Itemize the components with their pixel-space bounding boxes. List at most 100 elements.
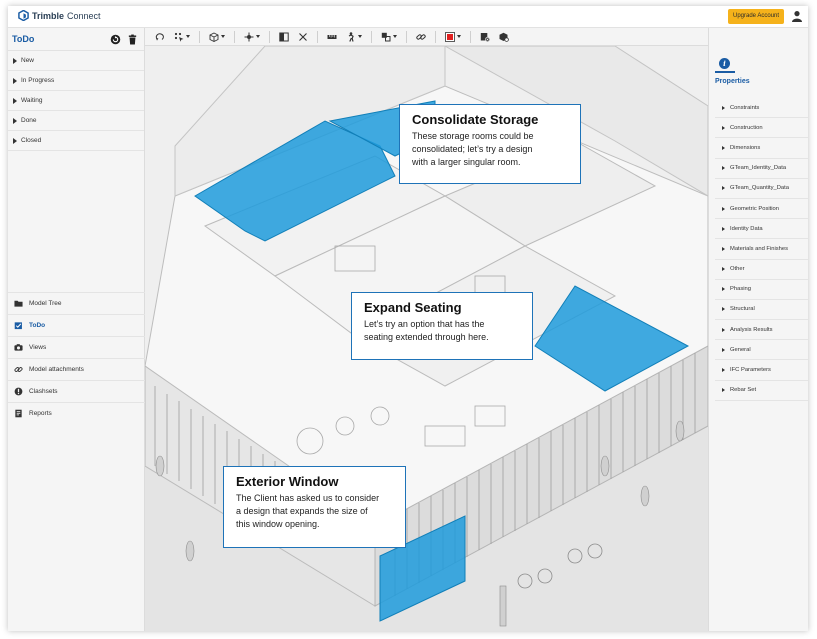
property-group-constraints[interactable]: Constraints <box>715 98 808 119</box>
nav-item-model-tree[interactable]: Model Tree <box>8 292 145 314</box>
nav-item-label: Model attachments <box>29 366 84 373</box>
todo-group-closed[interactable]: Closed <box>8 131 144 151</box>
markup-icon <box>381 32 391 41</box>
dropdown-arrow-icon <box>358 35 362 38</box>
caret-right-icon <box>722 388 725 393</box>
brand-name: Trimble <box>32 10 65 21</box>
clear-icon <box>480 32 490 42</box>
todo-group-new[interactable]: New <box>8 51 144 71</box>
info-icon[interactable]: i <box>719 58 730 69</box>
active-tab-indicator <box>715 71 735 73</box>
nav-item-todo[interactable]: ToDo <box>8 314 145 336</box>
dropdown-arrow-icon <box>457 35 461 38</box>
todo-group-done[interactable]: Done <box>8 111 144 131</box>
nav-item-label: Clashsets <box>29 388 58 395</box>
property-group-gteam-identity-data[interactable]: GTeam_Identity_Data <box>715 159 808 179</box>
select-tool-button[interactable] <box>174 30 190 44</box>
trimble-logo-icon <box>18 10 29 21</box>
todo-group-list: New In Progress Waiting Done Closed <box>8 51 144 151</box>
section-icon <box>279 32 289 41</box>
orbit-icon <box>155 32 164 41</box>
upgrade-account-button[interactable]: Upgrade Account <box>728 9 785 24</box>
model-viewer[interactable]: Consolidate Storage These storage rooms … <box>145 46 708 631</box>
clear-section-button[interactable] <box>298 30 308 44</box>
property-group-rebar-set[interactable]: Rebar Set <box>715 381 808 401</box>
measure-button[interactable] <box>327 30 337 44</box>
property-group-materials-and-finishes[interactable]: Materials and Finishes <box>715 239 808 260</box>
right-panel: i Properties Constraints Construction Di… <box>708 28 808 631</box>
nav-item-reports[interactable]: Reports <box>8 402 145 424</box>
caret-right-icon <box>722 186 725 191</box>
nav-item-clashsets[interactable]: Clashsets <box>8 380 145 402</box>
property-group-geometric-position[interactable]: Geometric Position <box>715 199 808 220</box>
user-icon[interactable] <box>791 10 803 22</box>
callout-body: These storage rooms could be consolidate… <box>412 131 534 167</box>
caret-right-icon <box>722 246 725 251</box>
view-cube-button[interactable] <box>209 30 225 44</box>
callout-consolidate-storage[interactable]: Consolidate Storage These storage rooms … <box>399 104 581 184</box>
link-icon <box>416 33 426 40</box>
todo-group-in-progress[interactable]: In Progress <box>8 71 144 91</box>
caret-right-icon <box>722 287 725 292</box>
callout-exterior-window[interactable]: Exterior Window The Client has asked us … <box>223 466 406 548</box>
measure-icon <box>327 34 337 39</box>
panel-title: ToDo <box>12 34 35 44</box>
caret-right-icon <box>13 97 17 104</box>
toolbar-separator <box>371 30 372 43</box>
clash-icon <box>14 387 23 396</box>
property-group-construction[interactable]: Construction <box>715 118 808 139</box>
callout-body: Let’s try an option that has the seating… <box>364 319 489 342</box>
property-group-label: Analysis Results <box>730 326 773 333</box>
refresh-icon[interactable] <box>110 34 121 45</box>
section-button[interactable] <box>279 30 289 44</box>
brand[interactable]: Trimble Connect <box>18 10 101 21</box>
nav-item-label: Model Tree <box>29 300 62 307</box>
trash-icon[interactable] <box>127 34 138 45</box>
property-group-phasing[interactable]: Phasing <box>715 280 808 300</box>
app-window: Trimble Connect Upgrade Account ToDo New <box>8 6 808 631</box>
property-group-label: Rebar Set <box>730 387 757 394</box>
nav-item-label: ToDo <box>29 322 46 329</box>
property-group-label: Geometric Position <box>730 205 779 212</box>
property-group-label: Materials and Finishes <box>730 245 788 252</box>
callout-heading: Expand Seating <box>364 300 462 315</box>
nav-item-model-attachments[interactable]: Model attachments <box>8 358 145 380</box>
property-group-ifc-parameters[interactable]: IFC Parameters <box>715 360 808 381</box>
link-button[interactable] <box>416 30 426 44</box>
caret-right-icon <box>722 226 725 231</box>
link-icon <box>14 367 23 372</box>
property-group-dimensions[interactable]: Dimensions <box>715 138 808 159</box>
clear-markup-button[interactable] <box>480 30 490 44</box>
property-group-label: GTeam_Identity_Data <box>730 165 787 172</box>
property-group-general[interactable]: General <box>715 340 808 361</box>
nav-item-views[interactable]: Views <box>8 336 145 358</box>
property-group-other[interactable]: Other <box>715 260 808 280</box>
brand-product: Connect <box>67 10 101 21</box>
property-group-label: Identity Data <box>730 225 763 232</box>
select-icon <box>174 32 184 42</box>
orbit-button[interactable] <box>155 30 165 44</box>
markup-button[interactable] <box>381 30 397 44</box>
property-group-identity-data[interactable]: Identity Data <box>715 219 808 240</box>
walk-button[interactable] <box>346 30 362 44</box>
callout-expand-seating[interactable]: Expand Seating Let’s try an option that … <box>351 292 533 360</box>
caret-right-icon <box>13 77 17 84</box>
caret-right-icon <box>722 267 725 272</box>
walk-icon <box>348 31 354 42</box>
todo-group-label: In Progress <box>21 77 55 84</box>
top-bar: Trimble Connect Upgrade Account <box>8 6 808 28</box>
property-group-structural[interactable]: Structural <box>715 300 808 321</box>
todo-group-label: Waiting <box>21 97 43 104</box>
caret-right-icon <box>722 125 725 130</box>
property-group-analysis-results[interactable]: Analysis Results <box>715 320 808 341</box>
color-picker-button[interactable] <box>445 30 461 44</box>
property-group-gteam-quantity-data[interactable]: GTeam_Quantity_Data <box>715 179 808 199</box>
todo-group-waiting[interactable]: Waiting <box>8 91 144 111</box>
property-group-label: Phasing <box>730 286 751 293</box>
todo-group-label: Closed <box>21 137 42 144</box>
left-nav: Model Tree ToDo Views Model attachments … <box>8 292 145 424</box>
camera-icon <box>14 344 23 351</box>
model-settings-button[interactable] <box>499 30 509 44</box>
center-button[interactable] <box>244 30 260 44</box>
property-group-label: Structural <box>730 306 755 313</box>
